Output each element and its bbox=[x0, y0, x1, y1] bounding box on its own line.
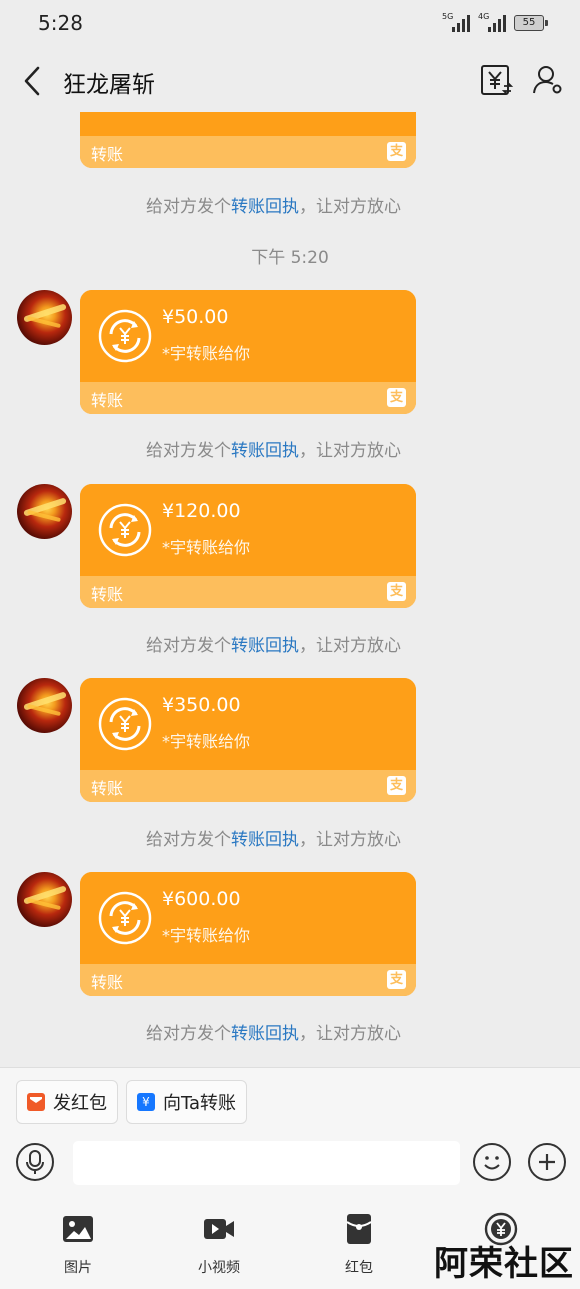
signal-4g-label: 4G bbox=[478, 12, 490, 21]
transfer-card[interactable]: ¥350.00 *宇转账给你 转账 支 bbox=[80, 678, 416, 802]
card-top: ¥50.00 *宇转账给你 bbox=[80, 290, 416, 382]
transfer-desc: *宇转账给你 bbox=[162, 344, 251, 363]
yuan-transfer-icon: ¥ bbox=[137, 1093, 155, 1111]
toolbar-image[interactable]: 图片 bbox=[33, 1212, 123, 1282]
transfer-circle-icon bbox=[98, 891, 152, 945]
receipt-link[interactable]: 转账回执 bbox=[231, 441, 299, 461]
alipay-logo-icon: 支 bbox=[387, 776, 406, 795]
transfer-amount: ¥350.00 bbox=[162, 694, 241, 716]
receipt-note-text: ，让对方放心 bbox=[299, 636, 401, 656]
signal-5g-label: 5G bbox=[442, 12, 454, 21]
toolbar-red-envelope-label: 红包 bbox=[345, 1260, 373, 1276]
card-footer: 转账 支 bbox=[80, 770, 416, 802]
receipt-note-text: 给对方发个 bbox=[146, 441, 231, 461]
receipt-link[interactable]: 转账回执 bbox=[231, 830, 299, 850]
toolbar-red-envelope[interactable]: 红包 bbox=[314, 1212, 404, 1282]
card-top: ¥120.00 *宇转账给你 bbox=[80, 484, 416, 576]
receipt-note-text: ，让对方放心 bbox=[299, 441, 401, 461]
back-arrow-icon[interactable] bbox=[18, 64, 50, 98]
status-icons: 5G 4G 55 bbox=[442, 12, 548, 32]
card-label: 转账 bbox=[91, 585, 124, 604]
card-footer: 转账 支 bbox=[80, 576, 416, 608]
toolbar-video-label: 小视频 bbox=[198, 1260, 240, 1276]
card-top bbox=[80, 112, 416, 136]
card-footer: 转账 支 bbox=[80, 382, 416, 414]
avatar[interactable] bbox=[17, 872, 72, 927]
receipt-note-text: 给对方发个 bbox=[146, 197, 231, 217]
chat-title: 狂龙屠斩 bbox=[63, 72, 155, 98]
chat-header: 狂龙屠斩 bbox=[0, 50, 580, 112]
quick-action-bar: 发红包 ¥ 向Ta转账 bbox=[0, 1068, 580, 1132]
receipt-link[interactable]: 转账回执 bbox=[231, 636, 299, 656]
receipt-note-text: 给对方发个 bbox=[146, 636, 231, 656]
video-icon bbox=[204, 1219, 234, 1239]
transfer-card[interactable]: ¥120.00 *宇转账给你 转账 支 bbox=[80, 484, 416, 608]
receipt-note-text: ，让对方放心 bbox=[299, 197, 401, 217]
transfer-card[interactable]: ¥50.00 *宇转账给你 转账 支 bbox=[80, 290, 416, 414]
transfer-to-ta-label: 向Ta转账 bbox=[163, 1093, 237, 1114]
timestamp: 下午 5:20 bbox=[251, 248, 329, 268]
image-icon bbox=[63, 1216, 93, 1242]
receipt-note-text: 给对方发个 bbox=[146, 830, 231, 850]
status-bar: 5:28 5G 4G 55 bbox=[0, 0, 580, 50]
transfer-amount: ¥50.00 bbox=[162, 306, 229, 328]
alipay-logo-icon: 支 bbox=[387, 388, 406, 407]
signal-4g-icon: 4G bbox=[478, 12, 508, 32]
card-label: 转账 bbox=[91, 391, 124, 410]
send-red-packet-button[interactable]: 发红包 bbox=[16, 1080, 118, 1124]
transfer-circle-icon bbox=[98, 503, 152, 557]
receipt-note-text: 给对方发个 bbox=[146, 1024, 231, 1044]
receipt-note-text: ，让对方放心 bbox=[299, 1024, 401, 1044]
chat-messages[interactable]: 转账 支 给对方发个转账回执，让对方放心 下午 5:20 ¥50.00 *宇转账… bbox=[0, 112, 580, 1067]
toolbar-video[interactable]: 小视频 bbox=[174, 1212, 264, 1282]
avatar[interactable] bbox=[17, 484, 72, 539]
receipt-note-text: ，让对方放心 bbox=[299, 830, 401, 850]
user-profile-icon[interactable] bbox=[530, 62, 566, 98]
transfer-amount: ¥600.00 bbox=[162, 888, 241, 910]
alipay-logo-icon: 支 bbox=[387, 970, 406, 989]
card-label: 转账 bbox=[91, 145, 124, 164]
receipt-link[interactable]: 转账回执 bbox=[231, 197, 299, 217]
transfer-desc: *宇转账给你 bbox=[162, 732, 251, 751]
transfer-circle-icon bbox=[98, 697, 152, 751]
card-top: ¥600.00 *宇转账给你 bbox=[80, 872, 416, 964]
signal-5g-icon: 5G bbox=[442, 12, 472, 32]
card-label: 转账 bbox=[91, 779, 124, 798]
transfer-circle-icon bbox=[98, 309, 152, 363]
message-input[interactable] bbox=[73, 1141, 460, 1185]
card-footer: 转账 支 bbox=[80, 964, 416, 996]
plus-icon[interactable] bbox=[528, 1143, 566, 1181]
transfer-amount: ¥120.00 bbox=[162, 500, 241, 522]
red-envelope-icon bbox=[346, 1214, 372, 1244]
input-bar bbox=[0, 1132, 580, 1198]
microphone-icon[interactable] bbox=[16, 1143, 54, 1181]
alipay-logo-icon: 支 bbox=[387, 142, 406, 161]
transfer-desc: *宇转账给你 bbox=[162, 926, 251, 945]
transfer-card-partial[interactable]: 转账 支 bbox=[80, 112, 416, 168]
alipay-logo-icon: 支 bbox=[387, 582, 406, 601]
battery-icon: 55 bbox=[514, 15, 548, 31]
watermark: 阿荣社区 bbox=[434, 1244, 574, 1284]
card-footer: 转账 支 bbox=[80, 136, 416, 168]
yuan-bill-icon[interactable] bbox=[478, 62, 514, 98]
status-time: 5:28 bbox=[38, 11, 83, 35]
transfer-to-ta-button[interactable]: ¥ 向Ta转账 bbox=[126, 1080, 248, 1124]
receipt-link[interactable]: 转账回执 bbox=[231, 1024, 299, 1044]
avatar[interactable] bbox=[17, 678, 72, 733]
transfer-desc: *宇转账给你 bbox=[162, 538, 251, 557]
toolbar-image-label: 图片 bbox=[64, 1260, 92, 1276]
send-red-packet-label: 发红包 bbox=[53, 1093, 107, 1114]
red-packet-icon bbox=[27, 1093, 45, 1111]
emoji-icon[interactable] bbox=[473, 1143, 511, 1181]
avatar[interactable] bbox=[17, 290, 72, 345]
card-label: 转账 bbox=[91, 973, 124, 992]
card-top: ¥350.00 *宇转账给你 bbox=[80, 678, 416, 770]
transfer-card[interactable]: ¥600.00 *宇转账给你 转账 支 bbox=[80, 872, 416, 996]
